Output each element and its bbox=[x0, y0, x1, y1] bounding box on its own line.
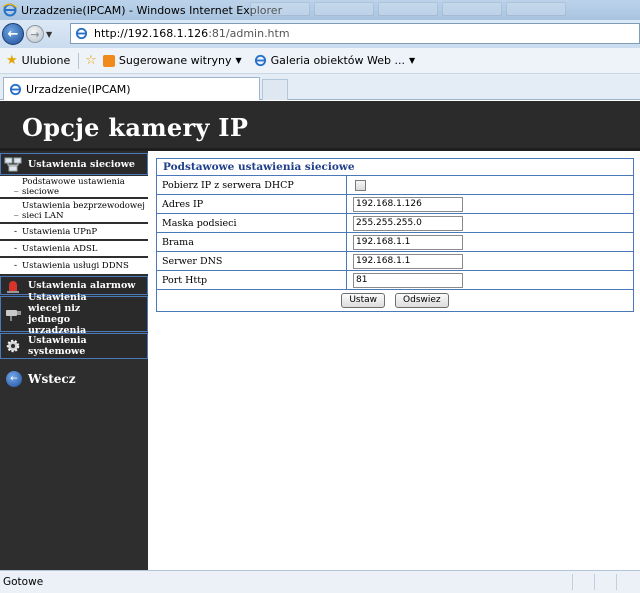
web-gallery-label: Galeria obiektów Web ... bbox=[270, 54, 405, 67]
web-slice-gallery-button[interactable]: Galeria obiektów Web ... ▼ bbox=[254, 54, 415, 67]
add-favorite-icon: ☆ bbox=[85, 53, 97, 68]
network-icon bbox=[4, 157, 22, 172]
sidebar-item-label: Podstawowe ustawienia sieciowe bbox=[22, 176, 125, 197]
forward-arrow-icon[interactable]: → bbox=[26, 25, 44, 43]
page-icon bbox=[75, 27, 88, 40]
url-host: http://192.168.1.126 bbox=[94, 27, 209, 40]
dhcp-label: Pobierz IP z serwera DHCP bbox=[157, 176, 347, 194]
address-url[interactable]: http://192.168.1.126:81/admin.htm bbox=[94, 27, 290, 40]
sidebar-section-label: Ustawienia alarmow bbox=[28, 280, 136, 291]
favorites-bar: ★ Ulubione ☆ Sugerowane witryny ▼ Galeri… bbox=[0, 48, 640, 74]
back-arrow-icon[interactable]: ← bbox=[2, 23, 24, 45]
new-tab-button[interactable] bbox=[262, 79, 288, 100]
web-gallery-icon bbox=[254, 54, 266, 67]
back-label: Wstecz bbox=[28, 372, 76, 386]
alarm-icon bbox=[7, 280, 19, 293]
form-row-dhcp: Pobierz IP z serwera DHCP bbox=[157, 176, 633, 195]
sidebar-item-label: Ustawienia ADSL bbox=[22, 243, 98, 254]
add-favorite-button[interactable]: ☆ bbox=[85, 53, 101, 68]
form-row-mask: Maska podsieci bbox=[157, 214, 633, 233]
separator bbox=[78, 52, 80, 69]
tab-label: Urzadzenie(IPCAM) bbox=[26, 82, 131, 96]
status-bar: Gotowe bbox=[0, 570, 640, 593]
favorites-button[interactable]: ★ Ulubione bbox=[6, 53, 70, 68]
sidebar-section-system[interactable]: Ustawienia systemowe bbox=[0, 333, 148, 359]
page-icon bbox=[9, 83, 22, 95]
http-port-label: Port Http bbox=[157, 271, 347, 289]
suggested-sites-label: Sugerowane witryny bbox=[118, 54, 232, 67]
form-actions: Ustaw Odswiez bbox=[157, 290, 633, 310]
history-dropdown-icon[interactable]: ▼ bbox=[46, 30, 56, 39]
favorites-label: Ulubione bbox=[21, 54, 71, 67]
page-title: Opcje kamery IP bbox=[22, 113, 249, 142]
status-text: Gotowe bbox=[3, 576, 44, 588]
http-port-input[interactable] bbox=[353, 272, 463, 288]
sidebar-item-wireless-lan[interactable]: _ Ustawienia bezprzewodowej sieci LAN bbox=[0, 199, 148, 223]
subnet-mask-input[interactable] bbox=[353, 215, 463, 231]
dhcp-checkbox[interactable] bbox=[355, 179, 366, 191]
internet-explorer-icon bbox=[3, 3, 17, 17]
navigation-bar: ← → ▼ http://192.168.1.126:81/admin.htm bbox=[0, 20, 640, 48]
dns-server-input[interactable] bbox=[353, 253, 463, 269]
sidebar-section-label: Ustawienia systemowe bbox=[28, 335, 87, 357]
ip-label: Adres IP bbox=[157, 195, 347, 213]
tab-active[interactable]: Urzadzenie(IPCAM) bbox=[3, 77, 260, 100]
gateway-label: Brama bbox=[157, 233, 347, 251]
form-row-dns: Serwer DNS bbox=[157, 252, 633, 271]
window-title: Urzadzenie(IPCAM) - Windows Internet Exp… bbox=[21, 3, 283, 17]
form-row-ip: Adres IP bbox=[157, 195, 633, 214]
address-bar[interactable]: http://192.168.1.126:81/admin.htm bbox=[70, 23, 640, 44]
form-row-gateway: Brama bbox=[157, 233, 633, 252]
sidebar: Ustawienia sieciowe _ Podstawowe ustawien… bbox=[0, 151, 148, 570]
camera-icon bbox=[6, 310, 21, 321]
gateway-input[interactable] bbox=[353, 234, 463, 250]
window-titlebar: Urzadzenie(IPCAM) - Windows Internet Exp… bbox=[0, 0, 640, 20]
sidebar-item-adsl[interactable]: - Ustawienia ADSL bbox=[0, 241, 148, 257]
sidebar-item-basic-network[interactable]: _ Podstawowe ustawienia sieciowe bbox=[0, 176, 148, 198]
url-path: :81/admin.htm bbox=[208, 27, 290, 40]
suggested-sites-button[interactable]: Sugerowane witryny ▼ bbox=[102, 54, 242, 67]
star-icon: ★ bbox=[6, 53, 18, 68]
form-row-port: Port Http bbox=[157, 271, 633, 290]
sidebar-section-multi-device[interactable]: Ustawienia wiecej niz jednego urzadzenia bbox=[0, 292, 148, 336]
dns-label: Serwer DNS bbox=[157, 252, 347, 270]
network-settings-panel: Podstawowe ustawienia sieciowe Pobierz I… bbox=[156, 158, 634, 312]
panel-title: Podstawowe ustawienia sieciowe bbox=[157, 159, 633, 176]
refresh-button[interactable]: Odswiez bbox=[395, 292, 449, 308]
sidebar-item-ddns[interactable]: - Ustawienia usługi DDNS bbox=[0, 258, 148, 275]
back-link[interactable]: ← Wstecz bbox=[6, 371, 76, 387]
back-arrow-icon: ← bbox=[6, 371, 22, 387]
sidebar-section-label: Ustawienia sieciowe bbox=[28, 158, 135, 170]
sidebar-item-label: Ustawienia UPnP bbox=[22, 226, 98, 237]
sidebar-section-label: Ustawienia wiecej niz jednego urzadzenia bbox=[28, 292, 87, 336]
sidebar-item-label: Ustawienia bezprzewodowej sieci LAN bbox=[22, 200, 145, 221]
sidebar-section-network[interactable]: Ustawienia sieciowe bbox=[0, 153, 148, 175]
sidebar-item-upnp[interactable]: - Ustawienia UPnP bbox=[0, 224, 148, 240]
sidebar-item-label: Ustawienia usługi DDNS bbox=[22, 261, 129, 271]
status-cells bbox=[572, 574, 636, 590]
subnet-mask-label: Maska podsieci bbox=[157, 214, 347, 232]
ip-address-input[interactable] bbox=[353, 196, 463, 212]
set-button[interactable]: Ustaw bbox=[341, 292, 386, 308]
chevron-down-icon: ▼ bbox=[235, 56, 242, 65]
suggested-sites-icon bbox=[102, 54, 115, 67]
background-windows bbox=[250, 2, 566, 16]
gear-icon bbox=[6, 339, 20, 353]
chevron-down-icon: ▼ bbox=[408, 56, 416, 65]
page-header: Opcje kamery IP bbox=[0, 101, 640, 151]
tab-strip: Urzadzenie(IPCAM) bbox=[0, 74, 640, 100]
